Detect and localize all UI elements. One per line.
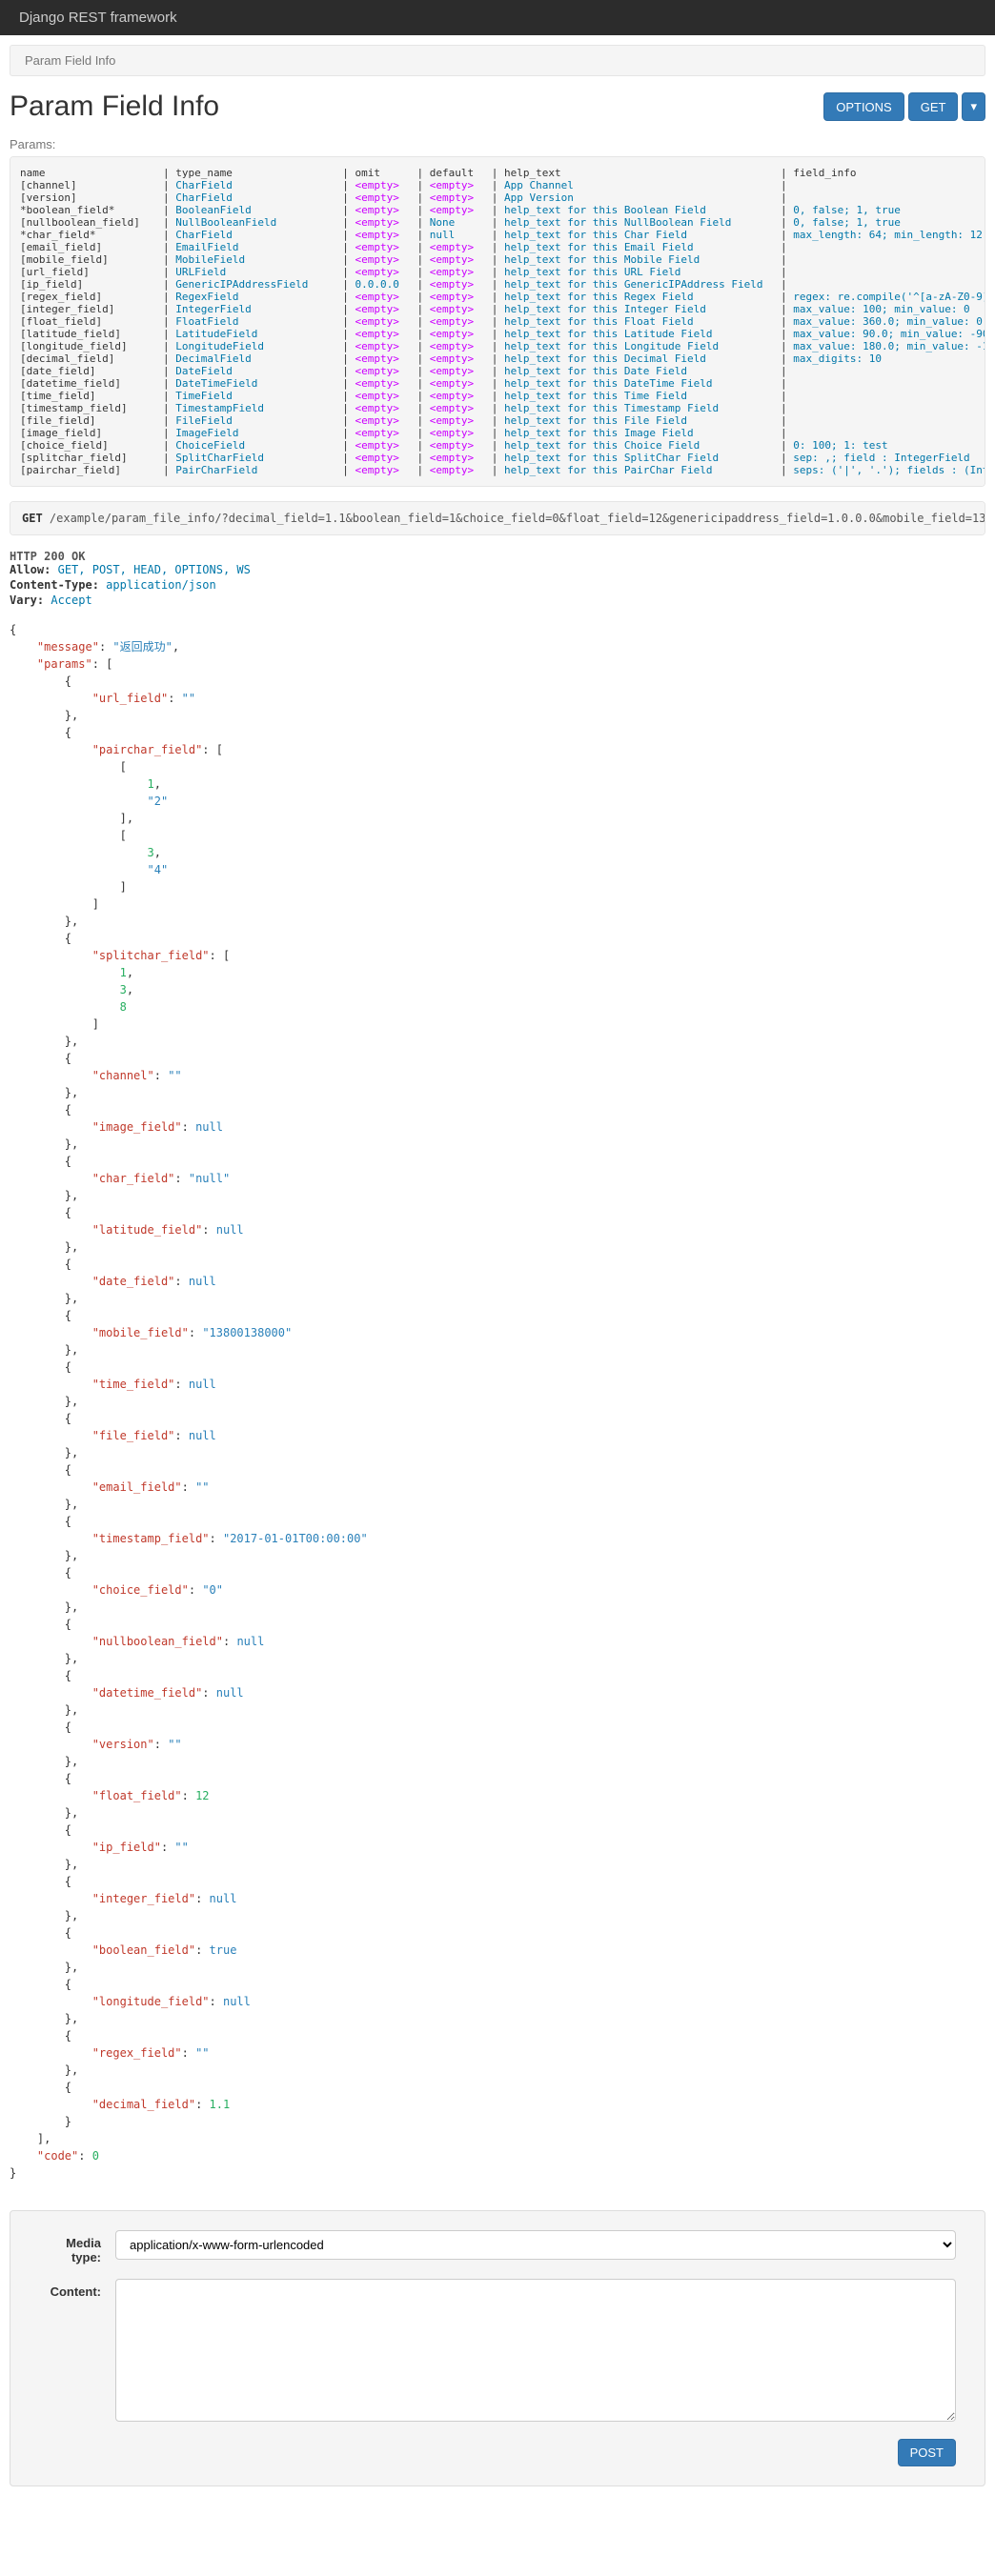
request-method: GET (22, 512, 43, 525)
vary-value: Accept (51, 594, 91, 607)
content-label: Content: (39, 2279, 115, 2425)
breadcrumb: Param Field Info (10, 45, 985, 76)
params-table: name| type_name| omit| default| help_tex… (10, 156, 985, 487)
vary-label: Vary: (10, 594, 44, 607)
options-button[interactable]: OPTIONS (823, 92, 904, 121)
navbar: Django REST framework (0, 0, 995, 35)
navbar-brand[interactable]: Django REST framework (19, 10, 177, 26)
post-button[interactable]: POST (898, 2439, 956, 2466)
response-body: { "message": "返回成功", "params": [ { "url_… (10, 621, 985, 2182)
media-type-label: Media type: (39, 2230, 115, 2264)
media-type-select[interactable]: application/x-www-form-urlencoded (115, 2230, 956, 2260)
content-textarea[interactable] (115, 2279, 956, 2422)
breadcrumb-current: Param Field Info (25, 53, 115, 68)
params-label: Params: (10, 137, 985, 151)
allow-label: Allow: (10, 563, 51, 576)
header-button-group: OPTIONS GET ▾ (823, 92, 985, 121)
response-status: HTTP 200 OK (10, 550, 985, 563)
get-dropdown-toggle[interactable]: ▾ (962, 92, 985, 121)
request-path: /example/param_file_info/?decimal_field=… (50, 512, 985, 525)
get-button[interactable]: GET (908, 92, 959, 121)
page-title: Param Field Info (10, 91, 219, 123)
request-info: GET /example/param_file_info/?decimal_fi… (10, 501, 985, 535)
content-type-value: application/json (106, 578, 216, 592)
response-headers: HTTP 200 OK Allow: GET, POST, HEAD, OPTI… (10, 550, 985, 607)
allow-value: GET, POST, HEAD, OPTIONS, WS (58, 563, 251, 576)
content-type-label: Content-Type: (10, 578, 99, 592)
post-form-panel: Media type: application/x-www-form-urlen… (10, 2210, 985, 2486)
